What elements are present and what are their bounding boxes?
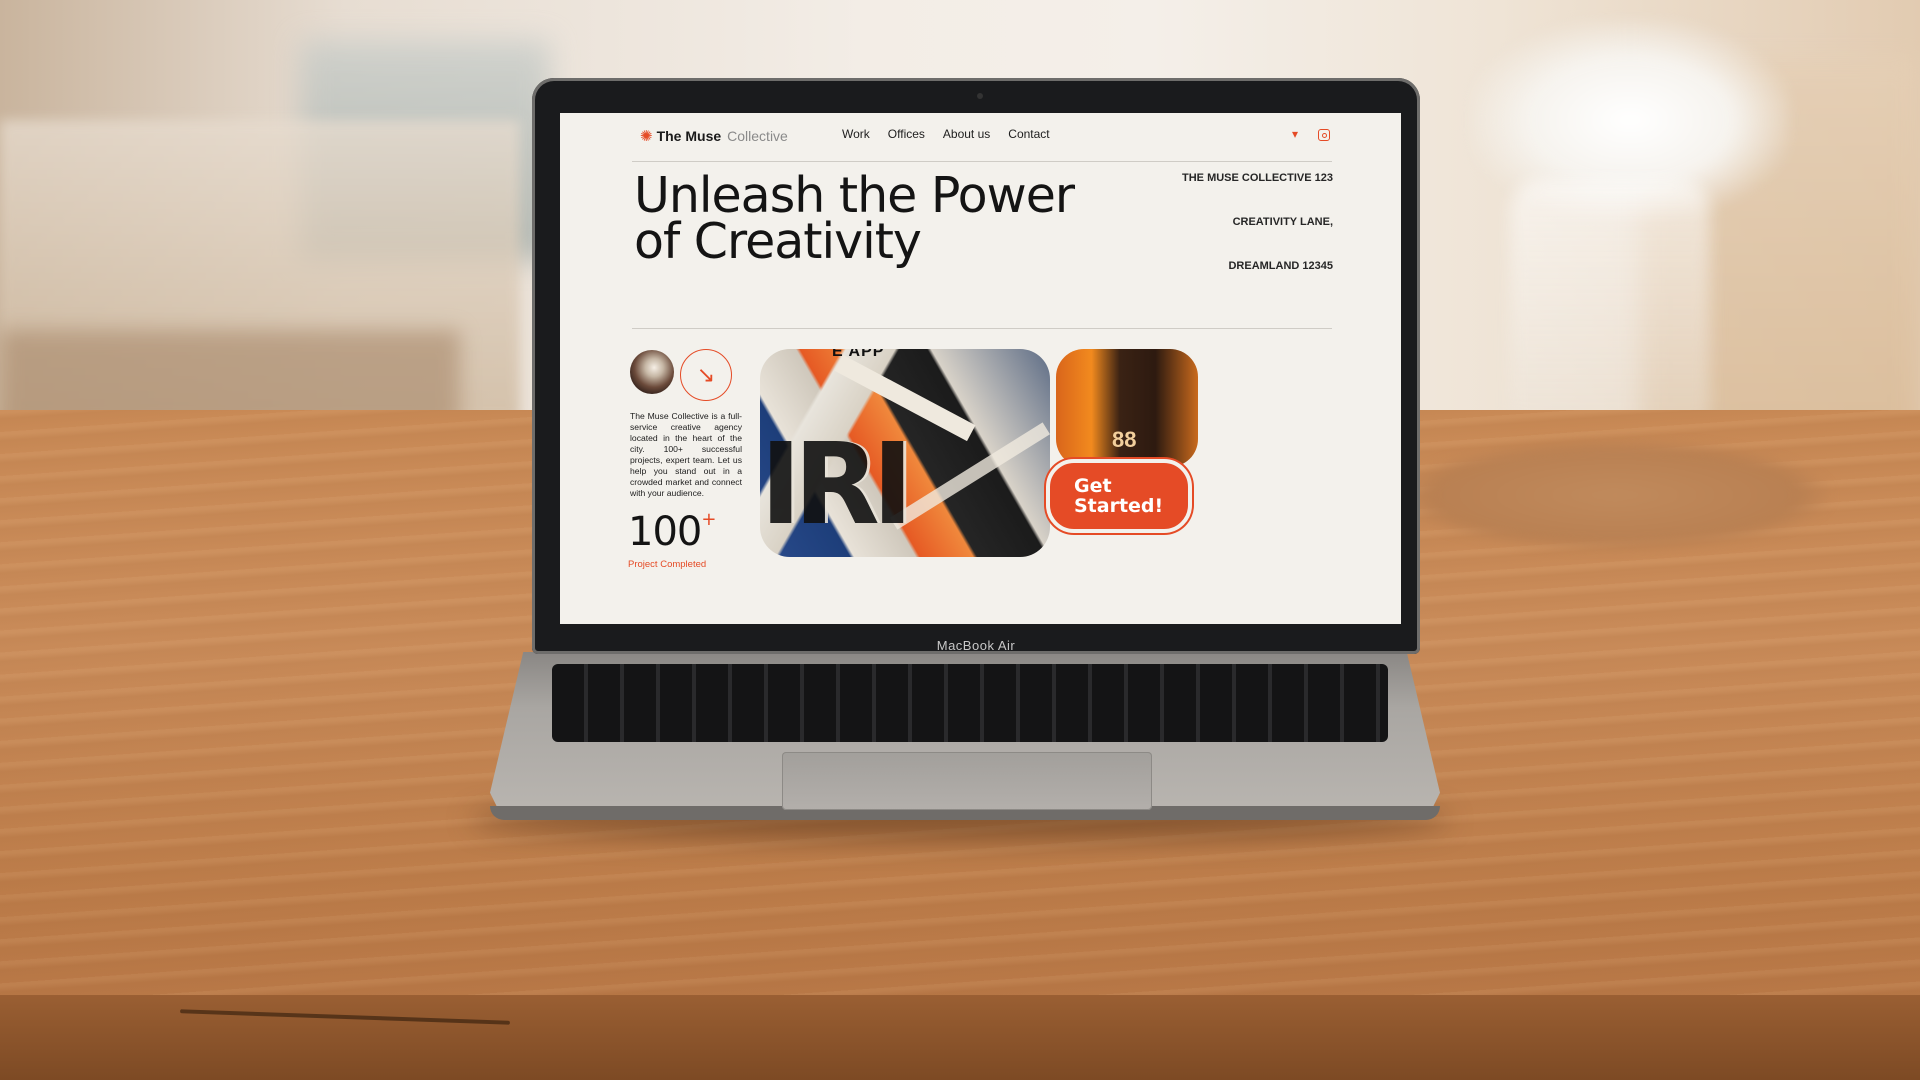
instagram-icon[interactable] [1318, 129, 1330, 141]
address-block: THE MUSE COLLECTIVE 123 CREATIVITY LANE,… [1133, 173, 1333, 305]
hero-divider [632, 328, 1332, 329]
address-line-1: THE MUSE COLLECTIVE 123 [1182, 172, 1333, 184]
collage-top-text: E APP [832, 349, 885, 360]
brand-name: The Muse [656, 128, 722, 144]
brand-logo[interactable]: ✺ The Muse Collective [640, 128, 788, 144]
sun-flower-icon: ✺ [640, 127, 653, 145]
table-edge [0, 995, 1920, 1080]
main-nav: Work Offices About us Contact [842, 127, 1050, 141]
stat-label: Project Completed [628, 559, 707, 570]
camera-icon [977, 93, 983, 99]
header-divider [632, 161, 1332, 162]
get-started-button[interactable]: Get Started! [1046, 459, 1192, 533]
brand-suffix: Collective [727, 128, 788, 144]
hero-collage-image: E APP IRI [760, 349, 1050, 557]
device-label: MacBook Air [936, 638, 1016, 653]
laptop-screen: ✺ The Muse Collective Work Offices About… [560, 113, 1401, 624]
address-line-2: CREATIVITY LANE, [1232, 216, 1333, 228]
nav-item-about-us[interactable]: About us [943, 127, 990, 141]
collage-letters: IRI [760, 420, 914, 550]
stat-value: 100 [628, 509, 702, 555]
nav-item-work[interactable]: Work [842, 127, 870, 141]
stat-projects: 100+ [628, 508, 716, 555]
avatar-photo [630, 350, 674, 394]
hero-headline: Unleash the Power of Creativity [634, 167, 1075, 270]
background-vase [1510, 180, 1710, 440]
nav-item-offices[interactable]: Offices [888, 127, 925, 141]
nav-item-contact[interactable]: Contact [1008, 127, 1049, 141]
agency-description: The Muse Collective is a full-service cr… [630, 411, 742, 498]
site-header: ✺ The Muse Collective Work Offices About… [640, 125, 1330, 147]
stat-plus: + [701, 508, 716, 530]
laptop-keyboard [552, 664, 1388, 742]
laptop-trackpad [782, 752, 1152, 810]
background-tray [1400, 440, 1830, 550]
arrow-down-right-icon: ↘ [696, 362, 716, 387]
address-line-3: DREAMLAND 12345 [1228, 260, 1333, 272]
arrow-down-right-button[interactable]: ↘ [680, 349, 732, 401]
twitter-icon[interactable]: ▾ [1288, 127, 1302, 141]
hero-secondary-image: 88 [1056, 349, 1198, 467]
social-links: ▾ [1288, 127, 1330, 141]
collage-digits: 88 [1112, 427, 1137, 452]
